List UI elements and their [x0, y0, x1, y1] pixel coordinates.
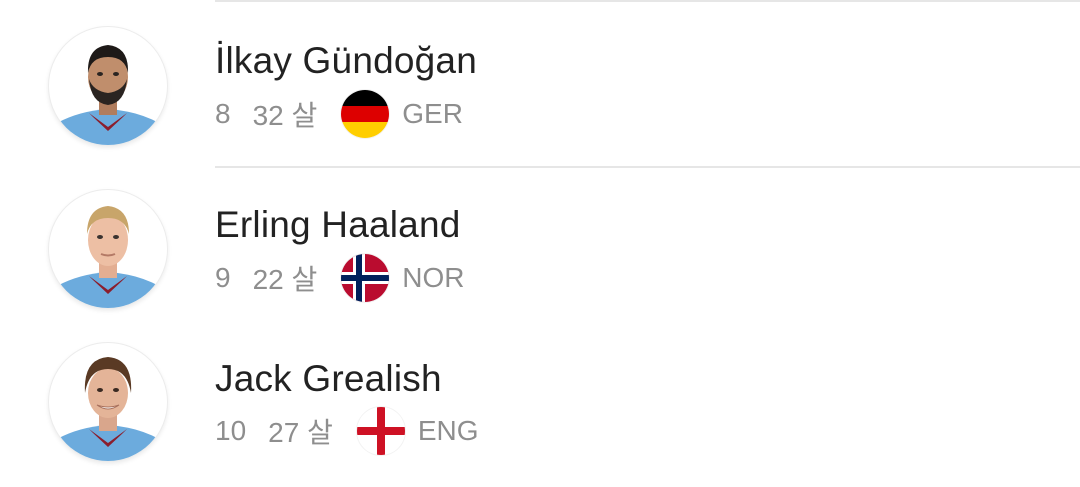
player-age: 27 살: [268, 417, 333, 448]
player-avatar: [48, 342, 168, 462]
player-meta: 9 22 살 NOR: [215, 253, 465, 303]
player-row-gundogan[interactable]: İlkay Gündoğan 8 32 살 GER: [0, 0, 1080, 168]
player-row-grealish[interactable]: Jack Grealish 10 27 살 ENG: [0, 328, 1080, 487]
player-name: İlkay Gündoğan: [215, 40, 477, 81]
player-row-haaland[interactable]: Erling Haaland 9 22 살 NOR: [0, 168, 1080, 328]
player-country-code: NOR: [402, 262, 465, 293]
player-meta: 8 32 살 GER: [215, 89, 463, 139]
player-country-code: ENG: [417, 415, 479, 446]
player-avatar: [48, 189, 168, 309]
player-avatar: [48, 26, 168, 146]
player-number: 8: [215, 98, 231, 129]
germany-flag-icon: [341, 90, 390, 138]
player-age: 32 살: [252, 100, 318, 131]
norway-flag-icon: [341, 254, 390, 302]
player-name: Erling Haaland: [215, 204, 461, 245]
player-age: 22 살: [252, 264, 318, 295]
player-country-code: GER: [402, 98, 463, 129]
player-name: Jack Grealish: [215, 358, 442, 399]
player-meta: 10 27 살 ENG: [215, 406, 479, 456]
player-number: 9: [215, 262, 231, 293]
england-flag-icon: [356, 407, 405, 455]
player-number: 10: [215, 415, 247, 446]
